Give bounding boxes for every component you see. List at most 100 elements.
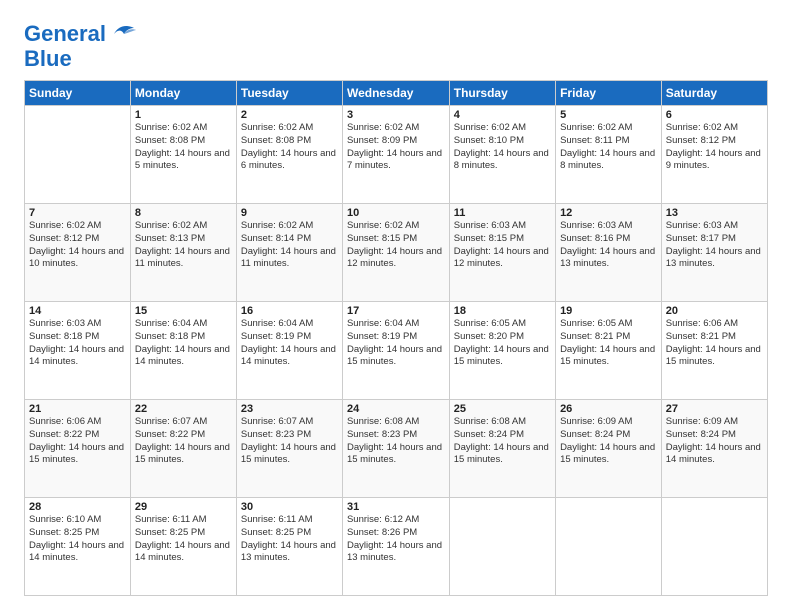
day-detail: Sunrise: 6:12 AMSunset: 8:26 PMDaylight:…	[347, 514, 442, 563]
day-detail: Sunrise: 6:05 AMSunset: 8:21 PMDaylight:…	[560, 318, 655, 367]
day-detail: Sunrise: 6:05 AMSunset: 8:20 PMDaylight:…	[454, 318, 549, 367]
table-row: 6 Sunrise: 6:02 AMSunset: 8:12 PMDayligh…	[661, 106, 767, 204]
table-row: 14 Sunrise: 6:03 AMSunset: 8:18 PMDaylig…	[25, 302, 131, 400]
table-row: 19 Sunrise: 6:05 AMSunset: 8:21 PMDaylig…	[556, 302, 662, 400]
day-number: 21	[29, 403, 126, 415]
day-number: 12	[560, 207, 657, 219]
day-detail: Sunrise: 6:04 AMSunset: 8:18 PMDaylight:…	[135, 318, 230, 367]
day-number: 3	[347, 109, 445, 121]
day-number: 9	[241, 207, 338, 219]
day-detail: Sunrise: 6:02 AMSunset: 8:13 PMDaylight:…	[135, 220, 230, 269]
table-row: 21 Sunrise: 6:06 AMSunset: 8:22 PMDaylig…	[25, 400, 131, 498]
day-number: 22	[135, 403, 232, 415]
table-row: 2 Sunrise: 6:02 AMSunset: 8:08 PMDayligh…	[236, 106, 342, 204]
col-monday: Monday	[130, 81, 236, 106]
table-row: 16 Sunrise: 6:04 AMSunset: 8:19 PMDaylig…	[236, 302, 342, 400]
calendar-header-row: Sunday Monday Tuesday Wednesday Thursday…	[25, 81, 768, 106]
logo-bird-icon	[110, 20, 138, 48]
day-number: 31	[347, 501, 445, 513]
calendar-week-row: 7 Sunrise: 6:02 AMSunset: 8:12 PMDayligh…	[25, 204, 768, 302]
table-row: 26 Sunrise: 6:09 AMSunset: 8:24 PMDaylig…	[556, 400, 662, 498]
day-number: 30	[241, 501, 338, 513]
table-row: 12 Sunrise: 6:03 AMSunset: 8:16 PMDaylig…	[556, 204, 662, 302]
day-detail: Sunrise: 6:11 AMSunset: 8:25 PMDaylight:…	[241, 514, 336, 563]
table-row	[25, 106, 131, 204]
day-detail: Sunrise: 6:03 AMSunset: 8:16 PMDaylight:…	[560, 220, 655, 269]
table-row: 3 Sunrise: 6:02 AMSunset: 8:09 PMDayligh…	[342, 106, 449, 204]
table-row: 28 Sunrise: 6:10 AMSunset: 8:25 PMDaylig…	[25, 498, 131, 596]
table-row: 7 Sunrise: 6:02 AMSunset: 8:12 PMDayligh…	[25, 204, 131, 302]
table-row: 31 Sunrise: 6:12 AMSunset: 8:26 PMDaylig…	[342, 498, 449, 596]
logo: General Blue	[24, 20, 138, 70]
table-row: 18 Sunrise: 6:05 AMSunset: 8:20 PMDaylig…	[449, 302, 555, 400]
table-row: 20 Sunrise: 6:06 AMSunset: 8:21 PMDaylig…	[661, 302, 767, 400]
table-row	[661, 498, 767, 596]
day-detail: Sunrise: 6:02 AMSunset: 8:12 PMDaylight:…	[29, 220, 124, 269]
table-row: 29 Sunrise: 6:11 AMSunset: 8:25 PMDaylig…	[130, 498, 236, 596]
table-row	[449, 498, 555, 596]
day-number: 15	[135, 305, 232, 317]
day-number: 7	[29, 207, 126, 219]
day-detail: Sunrise: 6:02 AMSunset: 8:12 PMDaylight:…	[666, 122, 761, 171]
day-number: 18	[454, 305, 551, 317]
table-row: 23 Sunrise: 6:07 AMSunset: 8:23 PMDaylig…	[236, 400, 342, 498]
day-detail: Sunrise: 6:03 AMSunset: 8:15 PMDaylight:…	[454, 220, 549, 269]
day-detail: Sunrise: 6:02 AMSunset: 8:15 PMDaylight:…	[347, 220, 442, 269]
day-detail: Sunrise: 6:03 AMSunset: 8:18 PMDaylight:…	[29, 318, 124, 367]
table-row: 27 Sunrise: 6:09 AMSunset: 8:24 PMDaylig…	[661, 400, 767, 498]
table-row: 5 Sunrise: 6:02 AMSunset: 8:11 PMDayligh…	[556, 106, 662, 204]
day-number: 2	[241, 109, 338, 121]
table-row: 17 Sunrise: 6:04 AMSunset: 8:19 PMDaylig…	[342, 302, 449, 400]
day-detail: Sunrise: 6:06 AMSunset: 8:22 PMDaylight:…	[29, 416, 124, 465]
day-number: 8	[135, 207, 232, 219]
day-detail: Sunrise: 6:09 AMSunset: 8:24 PMDaylight:…	[560, 416, 655, 465]
day-number: 6	[666, 109, 763, 121]
day-number: 28	[29, 501, 126, 513]
table-row: 15 Sunrise: 6:04 AMSunset: 8:18 PMDaylig…	[130, 302, 236, 400]
day-number: 4	[454, 109, 551, 121]
day-number: 11	[454, 207, 551, 219]
day-detail: Sunrise: 6:02 AMSunset: 8:09 PMDaylight:…	[347, 122, 442, 171]
day-detail: Sunrise: 6:07 AMSunset: 8:22 PMDaylight:…	[135, 416, 230, 465]
day-number: 5	[560, 109, 657, 121]
logo-general: General	[24, 21, 106, 46]
col-tuesday: Tuesday	[236, 81, 342, 106]
day-number: 1	[135, 109, 232, 121]
day-detail: Sunrise: 6:03 AMSunset: 8:17 PMDaylight:…	[666, 220, 761, 269]
day-number: 25	[454, 403, 551, 415]
day-detail: Sunrise: 6:06 AMSunset: 8:21 PMDaylight:…	[666, 318, 761, 367]
table-row: 24 Sunrise: 6:08 AMSunset: 8:23 PMDaylig…	[342, 400, 449, 498]
day-number: 10	[347, 207, 445, 219]
table-row: 25 Sunrise: 6:08 AMSunset: 8:24 PMDaylig…	[449, 400, 555, 498]
day-detail: Sunrise: 6:08 AMSunset: 8:24 PMDaylight:…	[454, 416, 549, 465]
day-number: 17	[347, 305, 445, 317]
calendar-table: Sunday Monday Tuesday Wednesday Thursday…	[24, 80, 768, 596]
day-number: 16	[241, 305, 338, 317]
calendar-week-row: 21 Sunrise: 6:06 AMSunset: 8:22 PMDaylig…	[25, 400, 768, 498]
calendar-week-row: 28 Sunrise: 6:10 AMSunset: 8:25 PMDaylig…	[25, 498, 768, 596]
day-detail: Sunrise: 6:04 AMSunset: 8:19 PMDaylight:…	[347, 318, 442, 367]
col-wednesday: Wednesday	[342, 81, 449, 106]
calendar-week-row: 14 Sunrise: 6:03 AMSunset: 8:18 PMDaylig…	[25, 302, 768, 400]
day-number: 23	[241, 403, 338, 415]
day-detail: Sunrise: 6:02 AMSunset: 8:14 PMDaylight:…	[241, 220, 336, 269]
col-saturday: Saturday	[661, 81, 767, 106]
table-row: 22 Sunrise: 6:07 AMSunset: 8:22 PMDaylig…	[130, 400, 236, 498]
table-row: 13 Sunrise: 6:03 AMSunset: 8:17 PMDaylig…	[661, 204, 767, 302]
logo-text: General	[24, 23, 106, 45]
day-number: 13	[666, 207, 763, 219]
day-detail: Sunrise: 6:04 AMSunset: 8:19 PMDaylight:…	[241, 318, 336, 367]
header: General Blue	[24, 20, 768, 70]
day-detail: Sunrise: 6:08 AMSunset: 8:23 PMDaylight:…	[347, 416, 442, 465]
table-row: 10 Sunrise: 6:02 AMSunset: 8:15 PMDaylig…	[342, 204, 449, 302]
day-number: 26	[560, 403, 657, 415]
table-row: 8 Sunrise: 6:02 AMSunset: 8:13 PMDayligh…	[130, 204, 236, 302]
day-detail: Sunrise: 6:02 AMSunset: 8:08 PMDaylight:…	[135, 122, 230, 171]
calendar-week-row: 1 Sunrise: 6:02 AMSunset: 8:08 PMDayligh…	[25, 106, 768, 204]
day-number: 24	[347, 403, 445, 415]
day-number: 27	[666, 403, 763, 415]
table-row: 11 Sunrise: 6:03 AMSunset: 8:15 PMDaylig…	[449, 204, 555, 302]
day-number: 19	[560, 305, 657, 317]
day-detail: Sunrise: 6:11 AMSunset: 8:25 PMDaylight:…	[135, 514, 230, 563]
day-detail: Sunrise: 6:02 AMSunset: 8:08 PMDaylight:…	[241, 122, 336, 171]
